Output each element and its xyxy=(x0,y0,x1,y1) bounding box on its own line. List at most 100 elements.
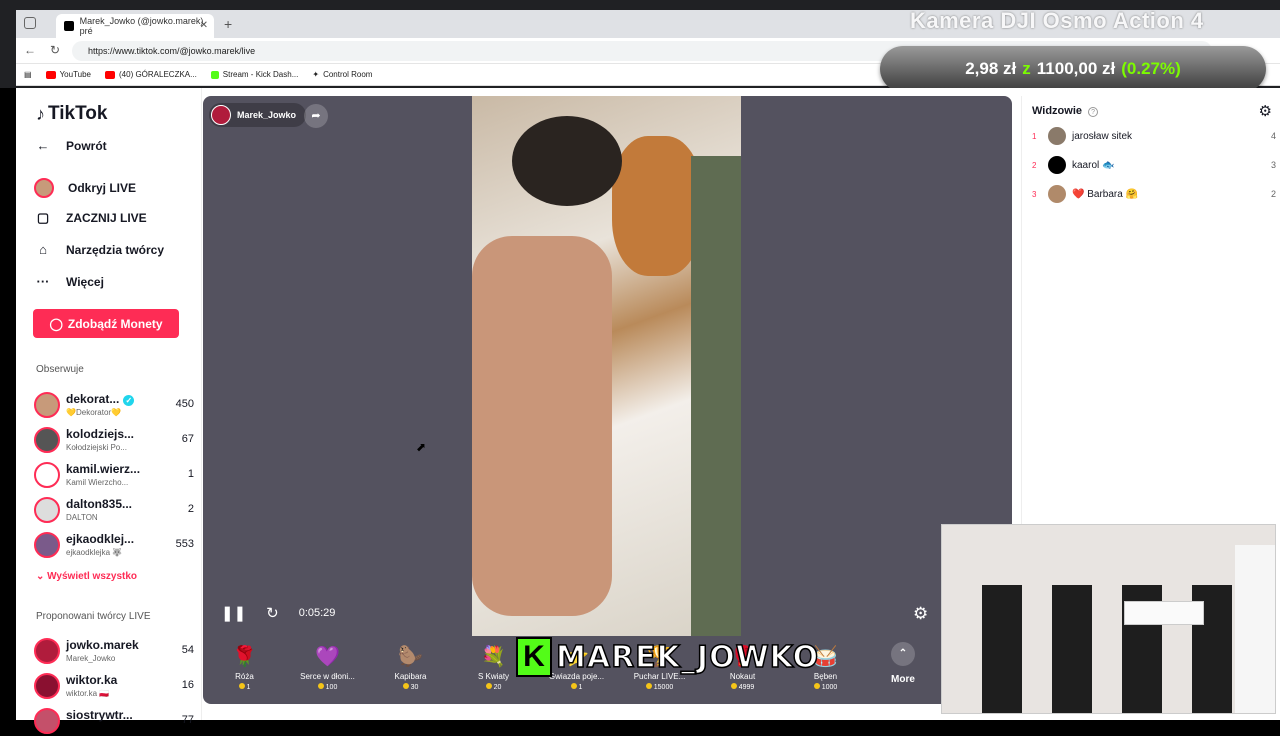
sidebar-item-label: ZACZNIJ LIVE xyxy=(66,211,147,225)
get-coins-button[interactable]: ◯ Zdobądź Monety xyxy=(33,309,179,338)
following-name: kamil.wierz... xyxy=(66,462,141,476)
sidebar-item-wiecej[interactable]: ··· Więcej xyxy=(34,274,104,289)
avatar xyxy=(34,638,60,664)
bookmark-goraleczka[interactable]: (40) GÓRALECZKA... xyxy=(105,70,197,79)
gift-price: 20 xyxy=(452,683,535,691)
bookmark-label: (40) GÓRALECZKA... xyxy=(119,70,197,79)
avatar xyxy=(211,105,231,125)
bookmark-label: Stream - Kick Dash... xyxy=(222,70,299,79)
tiktok-favicon-icon xyxy=(64,21,74,31)
sidebar-item-odkryj-live[interactable]: Odkryj LIVE xyxy=(34,178,136,198)
gift-price: 1 xyxy=(535,683,618,691)
more-gifts-button[interactable]: ⌃ More xyxy=(883,642,923,685)
avatar xyxy=(34,392,60,418)
share-icon[interactable]: ➦ xyxy=(304,104,328,128)
gift-name: Serce w dłoni... xyxy=(300,672,355,681)
viewers-panel: Widzowie? ⚙ 1 jarosław sitek 4 2 kaarol 🐟 3 … xyxy=(1021,96,1280,524)
gift-price: 1 xyxy=(203,683,286,691)
following-header: Obserwuje xyxy=(36,364,84,375)
settings-gear-icon[interactable]: ⚙ xyxy=(1259,102,1272,120)
suggested-name: wiktor.ka xyxy=(66,673,118,687)
viewer-count: 77 xyxy=(181,714,194,726)
back-arrow-icon[interactable]: ← xyxy=(24,43,36,57)
back-link[interactable]: ← Powrót xyxy=(34,138,107,153)
mouse-cursor-icon: ⬈ xyxy=(416,440,427,454)
tab-search-icon[interactable] xyxy=(24,17,36,29)
close-tab-icon[interactable]: ✕ xyxy=(200,20,208,31)
host-name: Marek_Jowko xyxy=(237,110,297,120)
suggested-item[interactable]: jowko.marek Marek_Jowko 54 xyxy=(34,636,194,666)
viewer-count: 1 xyxy=(187,468,194,480)
back-label: Powrót xyxy=(66,138,107,153)
following-item[interactable]: dekorat... ✓ 💛Dekorator💛 450 xyxy=(34,390,194,420)
following-name: kolodziejs... xyxy=(66,427,135,441)
viewer-score: 3 xyxy=(1270,160,1276,170)
viewer-name: jarosław sitek xyxy=(1072,130,1133,142)
suggested-item[interactable]: wiktor.ka wiktor.ka 🇵🇱 16 xyxy=(34,671,194,701)
avatar xyxy=(34,673,60,699)
chevron-up-icon: ⌃ xyxy=(891,642,915,666)
bookmark-label: YouTube xyxy=(59,70,91,79)
show-all-link[interactable]: ⌄ Wyświetl wszystko xyxy=(36,571,137,582)
tiktok-logo[interactable]: ♪ TikTok xyxy=(36,103,107,125)
tiktok-note-icon: ♪ xyxy=(36,103,45,124)
gift-name: Kapibara xyxy=(394,672,427,681)
live-video[interactable] xyxy=(472,96,741,636)
verified-icon: ✓ xyxy=(123,395,135,406)
bookmark-youtube[interactable]: YouTube xyxy=(45,70,91,79)
more-dots-icon: ··· xyxy=(36,274,50,289)
window-frame xyxy=(691,156,741,636)
viewer-rank: 1 xyxy=(1032,131,1037,141)
bookmark-kick[interactable]: Stream - Kick Dash... xyxy=(210,70,299,79)
youtube-icon xyxy=(105,70,115,79)
sidebar: ♪ TikTok ← Powrót Odkryj LIVE ▢ ZACZNIJ LIV… xyxy=(16,88,202,734)
get-coins-label: Zdobądź Monety xyxy=(67,316,163,331)
new-tab-button[interactable]: + xyxy=(224,16,232,32)
settings-gear-icon[interactable]: ⚙ xyxy=(913,604,928,624)
avatar xyxy=(34,708,60,734)
stream-time: 0:05:29 xyxy=(298,607,336,619)
price-current: 2,98 zł xyxy=(965,59,1017,78)
suggested-header: Proponowani twórcy LIVE xyxy=(36,611,151,622)
following-item[interactable]: kamil.wierz... Kamil Wierzcho... 1 xyxy=(34,460,194,490)
gift-item[interactable]: 💜 Serce w dłoni... 100 xyxy=(286,636,369,691)
streamer-tag: MAREK_JOWKO xyxy=(555,639,820,676)
bookmarks-toggle-icon[interactable]: ▤ xyxy=(24,70,32,79)
viewer-row[interactable]: 1 jarosław sitek 4 xyxy=(1032,126,1276,146)
live-player[interactable]: Marek_Jowko ➦ ❚❚ ↻ 0:05:29 ⚙ 🌹 Róża 1 💜 Ser… xyxy=(203,96,1012,704)
host-badge[interactable]: Marek_Jowko xyxy=(209,103,307,127)
streamer-name-overlay: K MAREK_JOWKO xyxy=(516,636,819,678)
pause-icon[interactable]: ❚❚ xyxy=(221,604,246,622)
refresh-icon[interactable]: ↻ xyxy=(266,604,279,622)
viewer-count: 450 xyxy=(175,398,194,410)
capybara-icon: 🦫 xyxy=(398,646,423,668)
reload-icon[interactable]: ↻ xyxy=(50,43,60,57)
avatar xyxy=(34,497,60,523)
viewer-row[interactable]: 3 ❤️ Barbara 🤗 2 xyxy=(1032,184,1276,204)
viewer-score: 2 xyxy=(1270,189,1276,199)
viewer-row[interactable]: 2 kaarol 🐟 3 xyxy=(1032,155,1276,175)
coin-icon: ◯ xyxy=(49,316,63,331)
gift-item[interactable]: 🦫 Kapibara 30 xyxy=(369,636,452,691)
bookmark-control-room[interactable]: ✦ Control Room xyxy=(312,70,372,79)
wall-stripe xyxy=(982,585,1022,713)
sidebar-item-label: Narzędzia twórcy xyxy=(66,242,165,257)
sidebar-item-label: Odkryj LIVE xyxy=(68,181,137,195)
player-controls: ❚❚ ↻ 0:05:29 xyxy=(221,604,335,622)
wall-stripe xyxy=(1052,585,1092,713)
creator-tools-icon: ⌂ xyxy=(39,242,47,257)
sidebar-item-narzedzia[interactable]: ⌂ Narzędzia twórcy xyxy=(34,242,164,257)
viewer-count: 553 xyxy=(175,538,194,550)
following-item[interactable]: ejkaodklej... ejkaodklejka 🐺 553 xyxy=(34,530,194,560)
following-item[interactable]: kolodziejs... Kołodziejski Po... 67 xyxy=(34,425,194,455)
back-arrow-icon: ← xyxy=(36,138,50,153)
following-subtitle: 💛Dekorator💛 xyxy=(66,408,122,417)
gift-item[interactable]: 🌹 Róża 1 xyxy=(203,636,286,691)
help-icon[interactable]: ? xyxy=(1088,107,1099,117)
browser-tab[interactable]: Marek_Jowko (@jowko.marek) pré ✕ xyxy=(56,14,214,38)
sidebar-item-zacznij-live[interactable]: ▢ ZACZNIJ LIVE xyxy=(34,210,147,226)
avatar xyxy=(34,462,60,488)
suggested-item[interactable]: siostrywtr... 77 xyxy=(34,706,194,736)
following-item[interactable]: dalton835... DALTON 2 xyxy=(34,495,194,525)
avatar xyxy=(34,427,60,453)
